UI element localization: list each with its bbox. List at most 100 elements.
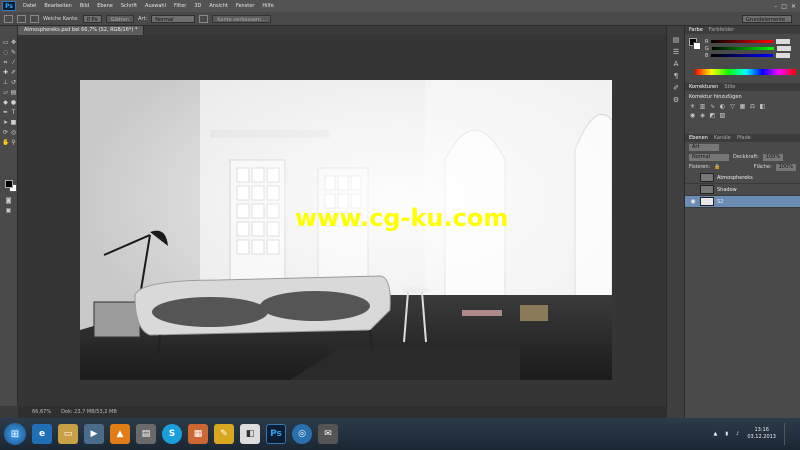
calculator-icon[interactable]: ▦ <box>188 424 208 444</box>
path-select-icon[interactable]: ➤ <box>2 120 9 126</box>
menu-filter[interactable]: Filter <box>170 3 190 9</box>
history-panel-icon[interactable]: ▤ <box>671 36 681 44</box>
brightness-icon[interactable]: ☀ <box>689 104 696 110</box>
photo-filter-icon[interactable]: ◉ <box>689 113 696 119</box>
menu-ansicht[interactable]: Ansicht <box>205 3 231 9</box>
foreground-color-swatch[interactable] <box>5 180 13 188</box>
exposure-icon[interactable]: ◐ <box>719 104 726 110</box>
minimize-icon[interactable]: – <box>774 3 777 10</box>
show-desktop-button[interactable] <box>784 423 792 445</box>
workspace-select[interactable]: Grundelemente <box>742 14 792 23</box>
layer-row[interactable]: Atmosphereks <box>685 172 800 184</box>
ie-icon[interactable]: e <box>32 424 52 444</box>
new-selection-icon[interactable] <box>17 14 26 23</box>
blue-value-input[interactable] <box>776 53 791 58</box>
quick-select-icon[interactable]: ✎ <box>10 50 17 56</box>
menu-datei[interactable]: Datei <box>19 3 40 9</box>
black-white-icon[interactable]: ◧ <box>759 104 766 110</box>
clone-stamp-icon[interactable]: ⊥ <box>2 80 9 86</box>
shape-tool-icon[interactable]: ■ <box>10 120 17 126</box>
fill-input[interactable]: 100% <box>775 163 796 171</box>
crop-tool-icon[interactable]: ⌗ <box>2 60 9 66</box>
menu-bearbeiten[interactable]: Bearbeiten <box>40 3 75 9</box>
tool-presets-icon[interactable]: ⚙ <box>671 96 681 104</box>
skype-icon[interactable]: S <box>162 424 182 444</box>
explorer-icon[interactable]: ▭ <box>58 424 78 444</box>
style-select[interactable]: Normal <box>151 14 196 23</box>
lasso-tool-icon[interactable]: ◌ <box>2 50 9 56</box>
move-tool-icon[interactable]: ✥ <box>10 40 17 46</box>
refine-edge-button[interactable]: Kante verbessern... <box>212 14 271 23</box>
curves-icon[interactable]: ∿ <box>709 104 716 110</box>
eye-icon[interactable]: ◉ <box>689 198 697 205</box>
add-selection-icon[interactable] <box>30 14 39 23</box>
quick-mask-icon[interactable]: ◙ <box>5 198 12 204</box>
menu-fenster[interactable]: Fenster <box>232 3 259 9</box>
pen-tool-icon[interactable]: ✒ <box>2 110 9 116</box>
tab-stile[interactable]: Stile <box>724 84 735 90</box>
channel-mixer-icon[interactable]: ◈ <box>699 113 706 119</box>
dodge-tool-icon[interactable]: ● <box>10 100 17 106</box>
menu-hilfe[interactable]: Hilfe <box>258 3 277 9</box>
layer-row[interactable]: Shadow <box>685 184 800 196</box>
hand-tool-icon[interactable]: ✋ <box>2 140 9 146</box>
menu-ebene[interactable]: Ebene <box>93 3 117 9</box>
document-canvas[interactable]: www.cg-ku.com <box>80 80 612 380</box>
menu-schrift[interactable]: Schrift <box>117 3 141 9</box>
marquee-tool-icon[interactable]: ▭ <box>2 40 9 46</box>
photoshop-icon[interactable]: Ps <box>266 424 286 444</box>
zoom-level[interactable]: 66,67% <box>32 409 51 415</box>
menu-bild[interactable]: Bild <box>76 3 93 9</box>
tab-pfade[interactable]: Pfade <box>737 135 751 141</box>
invert-icon[interactable]: ◩ <box>709 113 716 119</box>
history-brush-icon[interactable]: ↺ <box>10 80 17 86</box>
zoom-tool-icon[interactable]: ⚲ <box>10 140 17 146</box>
character-panel-icon[interactable]: A <box>671 60 681 68</box>
tab-farbe[interactable]: Farbe <box>689 27 703 33</box>
green-slider[interactable] <box>711 47 774 50</box>
windows-start-icon[interactable]: ⊞ <box>4 423 26 445</box>
vlc-icon[interactable]: ▲ <box>110 424 130 444</box>
network-icon[interactable]: ▮ <box>725 431 728 437</box>
antialias-checkbox[interactable]: Glätten <box>105 14 135 23</box>
volume-icon[interactable]: ♪ <box>736 431 739 437</box>
screen-mode-icon[interactable]: ▣ <box>5 208 12 214</box>
healing-brush-icon[interactable]: ✚ <box>2 70 9 76</box>
opacity-input[interactable]: 100% <box>762 153 784 161</box>
vibrance-icon[interactable]: ▽ <box>729 104 736 110</box>
menu-3d[interactable]: 3D <box>190 3 205 9</box>
lock-icon[interactable]: 🔒 <box>714 164 720 170</box>
tools-icon[interactable]: ✎ <box>214 424 234 444</box>
tray-arrow-icon[interactable]: ▲ <box>714 431 718 437</box>
blur-tool-icon[interactable]: ◆ <box>2 100 9 106</box>
feather-input[interactable]: 0 Px <box>82 14 102 23</box>
green-value-input[interactable] <box>776 46 791 51</box>
hue-saturation-icon[interactable]: ▦ <box>739 104 746 110</box>
type-tool-icon[interactable]: T <box>10 110 17 116</box>
browser-icon[interactable]: ◎ <box>292 424 312 444</box>
app-icon[interactable]: ◧ <box>240 424 260 444</box>
bg-color-chip[interactable] <box>693 42 701 50</box>
red-slider[interactable] <box>711 40 774 43</box>
posterize-icon[interactable]: ▧ <box>719 113 726 119</box>
document-tab[interactable]: Atmosphereks.psd bei 66,7% (S2, RGB/16*)… <box>18 26 145 35</box>
3d-rotate-icon[interactable]: ⟳ <box>2 130 9 136</box>
paragraph-panel-icon[interactable]: ¶ <box>671 72 681 80</box>
tab-farbfelder[interactable]: Farbfelder <box>709 27 734 33</box>
properties-panel-icon[interactable]: ☰ <box>671 48 681 56</box>
color-balance-icon[interactable]: ⚖ <box>749 104 756 110</box>
clock[interactable]: 13:16 03.12.2013 <box>747 427 776 441</box>
eyedropper-tool-icon[interactable]: ⁄ <box>10 60 17 66</box>
swap-dimensions-icon[interactable] <box>199 14 209 23</box>
brush-panel-icon[interactable]: ✐ <box>671 84 681 92</box>
mail-icon[interactable]: ✉ <box>318 424 338 444</box>
maximize-icon[interactable]: □ <box>781 3 787 10</box>
3d-camera-icon[interactable]: ◎ <box>10 130 17 136</box>
red-value-input[interactable] <box>776 39 791 44</box>
tab-ebenen[interactable]: Ebenen <box>689 135 708 141</box>
eraser-tool-icon[interactable]: ▱ <box>2 90 9 96</box>
marquee-tool-preset-icon[interactable] <box>4 14 13 23</box>
blue-slider[interactable] <box>711 54 774 57</box>
gradient-tool-icon[interactable]: ▤ <box>10 90 17 96</box>
photoshop-logo-icon[interactable]: Ps <box>2 1 16 11</box>
